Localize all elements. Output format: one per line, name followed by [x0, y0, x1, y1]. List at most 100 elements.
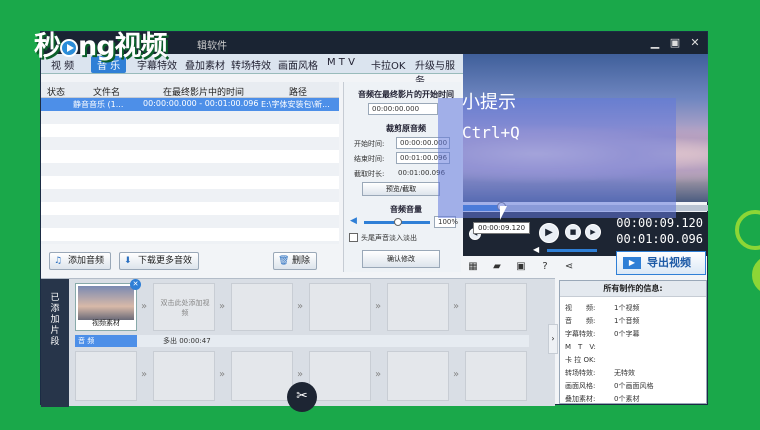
add-video-hint: 双击此处添加视频	[160, 299, 210, 317]
clip-slot[interactable]	[153, 351, 215, 401]
time-tooltip: 00:00:09.120	[473, 222, 531, 234]
crop-start-label: 开始时间:	[354, 140, 385, 148]
clip-slot[interactable]	[75, 351, 137, 401]
export-video-button[interactable]: ▶ 导出视频	[616, 251, 706, 275]
arrow-icon: »	[375, 369, 382, 380]
hint-title: 小提示	[462, 92, 516, 113]
player-volume-slider[interactable]	[547, 249, 597, 252]
tab-mtv[interactable]: M T V	[327, 57, 355, 68]
audio-track-chip[interactable]: 音 频	[75, 335, 137, 347]
volume-knob[interactable]	[394, 218, 402, 226]
current-time: 00:00:09.120	[616, 216, 703, 230]
maximize-icon[interactable]: ▣	[667, 35, 683, 51]
volume-icon: ◀	[350, 216, 357, 226]
arrow-icon: »	[141, 301, 148, 312]
arrow-icon: »	[375, 301, 382, 312]
player-volume-icon[interactable]: ◀	[533, 245, 539, 254]
arrow-icon: »	[141, 369, 148, 380]
audio-list-header: 状态 文件名 在最终影片中的时间 路径	[41, 82, 339, 98]
row-time: 00:00:00.000 - 00:01:00.096	[143, 99, 259, 108]
hint-shortcut: Ctrl+Q	[462, 123, 520, 142]
audio-track: 音 频 多出 00:00:47	[75, 335, 529, 347]
music-add-icon: ♫	[54, 256, 63, 266]
row-filename: 静音音乐 (1...	[73, 100, 124, 109]
confirm-button[interactable]: 确认修改	[362, 250, 440, 268]
tab-karaoke[interactable]: 卡拉OK	[371, 57, 405, 72]
share-icon[interactable]: ⋖	[563, 261, 575, 273]
table-row[interactable]: 静音音乐 (1... 00:00:00.000 - 00:01:00.096 E…	[41, 98, 339, 111]
project-info-title: 所有制作的信息:	[560, 281, 706, 297]
info-row: 转场特效: 无特效	[565, 369, 635, 377]
col-status: 状态	[47, 88, 66, 98]
clip-video[interactable]: 视频素材 ✕	[75, 279, 141, 331]
info-row: M T V:	[565, 343, 596, 351]
fade-label: 头尾声音淡入淡出	[361, 234, 417, 242]
col-filename: 文件名	[93, 88, 121, 98]
crop-end-label: 结束时间:	[354, 155, 385, 163]
clip-slot[interactable]	[387, 351, 449, 401]
close-icon[interactable]: ✕	[687, 35, 703, 51]
hint-overlay	[438, 98, 676, 218]
fade-checkbox[interactable]	[349, 233, 358, 242]
app-window: 辑软件 ▁ ▣ ✕ 视 频 音 乐 字幕特效 叠加素材 转场特效 画面风格 M …	[40, 31, 708, 412]
info-row: 音 频: 1个音频	[565, 317, 640, 325]
clip-slot[interactable]	[387, 283, 449, 331]
tab-style[interactable]: 画面风格	[278, 57, 318, 72]
brand-logo: 秒 ng视频	[34, 31, 168, 62]
arrow-icon: »	[453, 369, 460, 380]
start-time-input[interactable]: 00:00:00.000	[368, 103, 438, 115]
row-path: E:\字体安装包\新...	[261, 100, 330, 109]
download-icon: ⬇	[124, 256, 132, 266]
stop-button[interactable]: ■	[565, 224, 581, 240]
volume-slider[interactable]	[364, 218, 430, 226]
decor-circle-right-top	[735, 210, 760, 250]
clip-slot[interactable]	[309, 283, 371, 331]
preview-crop-button[interactable]: 预览/截取	[362, 182, 440, 196]
clip-slot[interactable]	[309, 351, 371, 401]
tab-overlay[interactable]: 叠加素材	[185, 57, 225, 72]
folder-icon[interactable]: ▰	[491, 261, 503, 273]
arrow-icon: »	[453, 301, 460, 312]
app-title: 辑软件	[197, 41, 227, 52]
info-row: 叠加素材: 0个素材	[565, 395, 640, 403]
arrow-icon: »	[219, 369, 226, 380]
clip-slot[interactable]	[231, 283, 293, 331]
tab-transition[interactable]: 转场特效	[231, 57, 271, 72]
delete-button[interactable]: 🗑 删除	[273, 252, 318, 270]
download-more-button[interactable]: ⬇ 下载更多音效	[119, 252, 200, 270]
clip-thumbnail	[78, 286, 134, 320]
export-icon: ▶	[623, 257, 641, 269]
collapse-panel-button[interactable]: ›	[548, 324, 558, 354]
clip-slot[interactable]	[465, 351, 527, 401]
arrow-icon: »	[297, 369, 304, 380]
info-row: 卡 拉 OK:	[565, 356, 596, 364]
scissors-icon[interactable]: ✂	[287, 382, 317, 412]
info-row: 视 频: 1个视频	[565, 304, 640, 312]
clip-remove-icon[interactable]: ✕	[130, 279, 141, 290]
audio-list: 静音音乐 (1... 00:00:00.000 - 00:01:00.096 E…	[41, 98, 339, 244]
clip-slot[interactable]	[231, 351, 293, 401]
info-row: 字幕特效: 0个字幕	[565, 330, 640, 338]
info-row: 画面风格: 0个画面风格	[565, 382, 654, 390]
mouse-cursor-icon	[500, 206, 511, 220]
arrow-icon: »	[219, 301, 226, 312]
clip-slot[interactable]: 双击此处添加视频	[153, 283, 215, 331]
clip-label: 视频素材	[92, 319, 120, 327]
crop-duration-label: 截取时长:	[354, 170, 385, 178]
timeline-side-label: 已添加片段	[41, 279, 69, 407]
add-audio-button[interactable]: ♫ 添加音频	[49, 252, 112, 270]
play-button[interactable]: ▶	[539, 223, 559, 243]
screenshot-icon[interactable]: ▦	[467, 261, 479, 273]
project-info-panel: 所有制作的信息: 视 频: 1个视频 音 频: 1个音频 字幕特效: 0个字幕 M T…	[559, 280, 707, 404]
list-button-bar: ♫ 添加音频 ⬇ 下载更多音效 🗑 删除	[41, 248, 339, 274]
next-icon[interactable]: ▶	[585, 224, 601, 240]
save-icon[interactable]: ▣	[515, 261, 527, 273]
total-time: 00:01:00.096	[616, 232, 703, 246]
audio-overflow-note: 多出 00:00:47	[163, 337, 211, 345]
clip-slot[interactable]	[465, 283, 527, 331]
col-time: 在最终影片中的时间	[163, 88, 245, 98]
trash-icon: 🗑	[278, 256, 290, 266]
help-icon[interactable]: ?	[539, 261, 551, 273]
minimize-icon[interactable]: ▁	[647, 35, 663, 51]
decor-circle-right-bottom	[752, 255, 760, 295]
